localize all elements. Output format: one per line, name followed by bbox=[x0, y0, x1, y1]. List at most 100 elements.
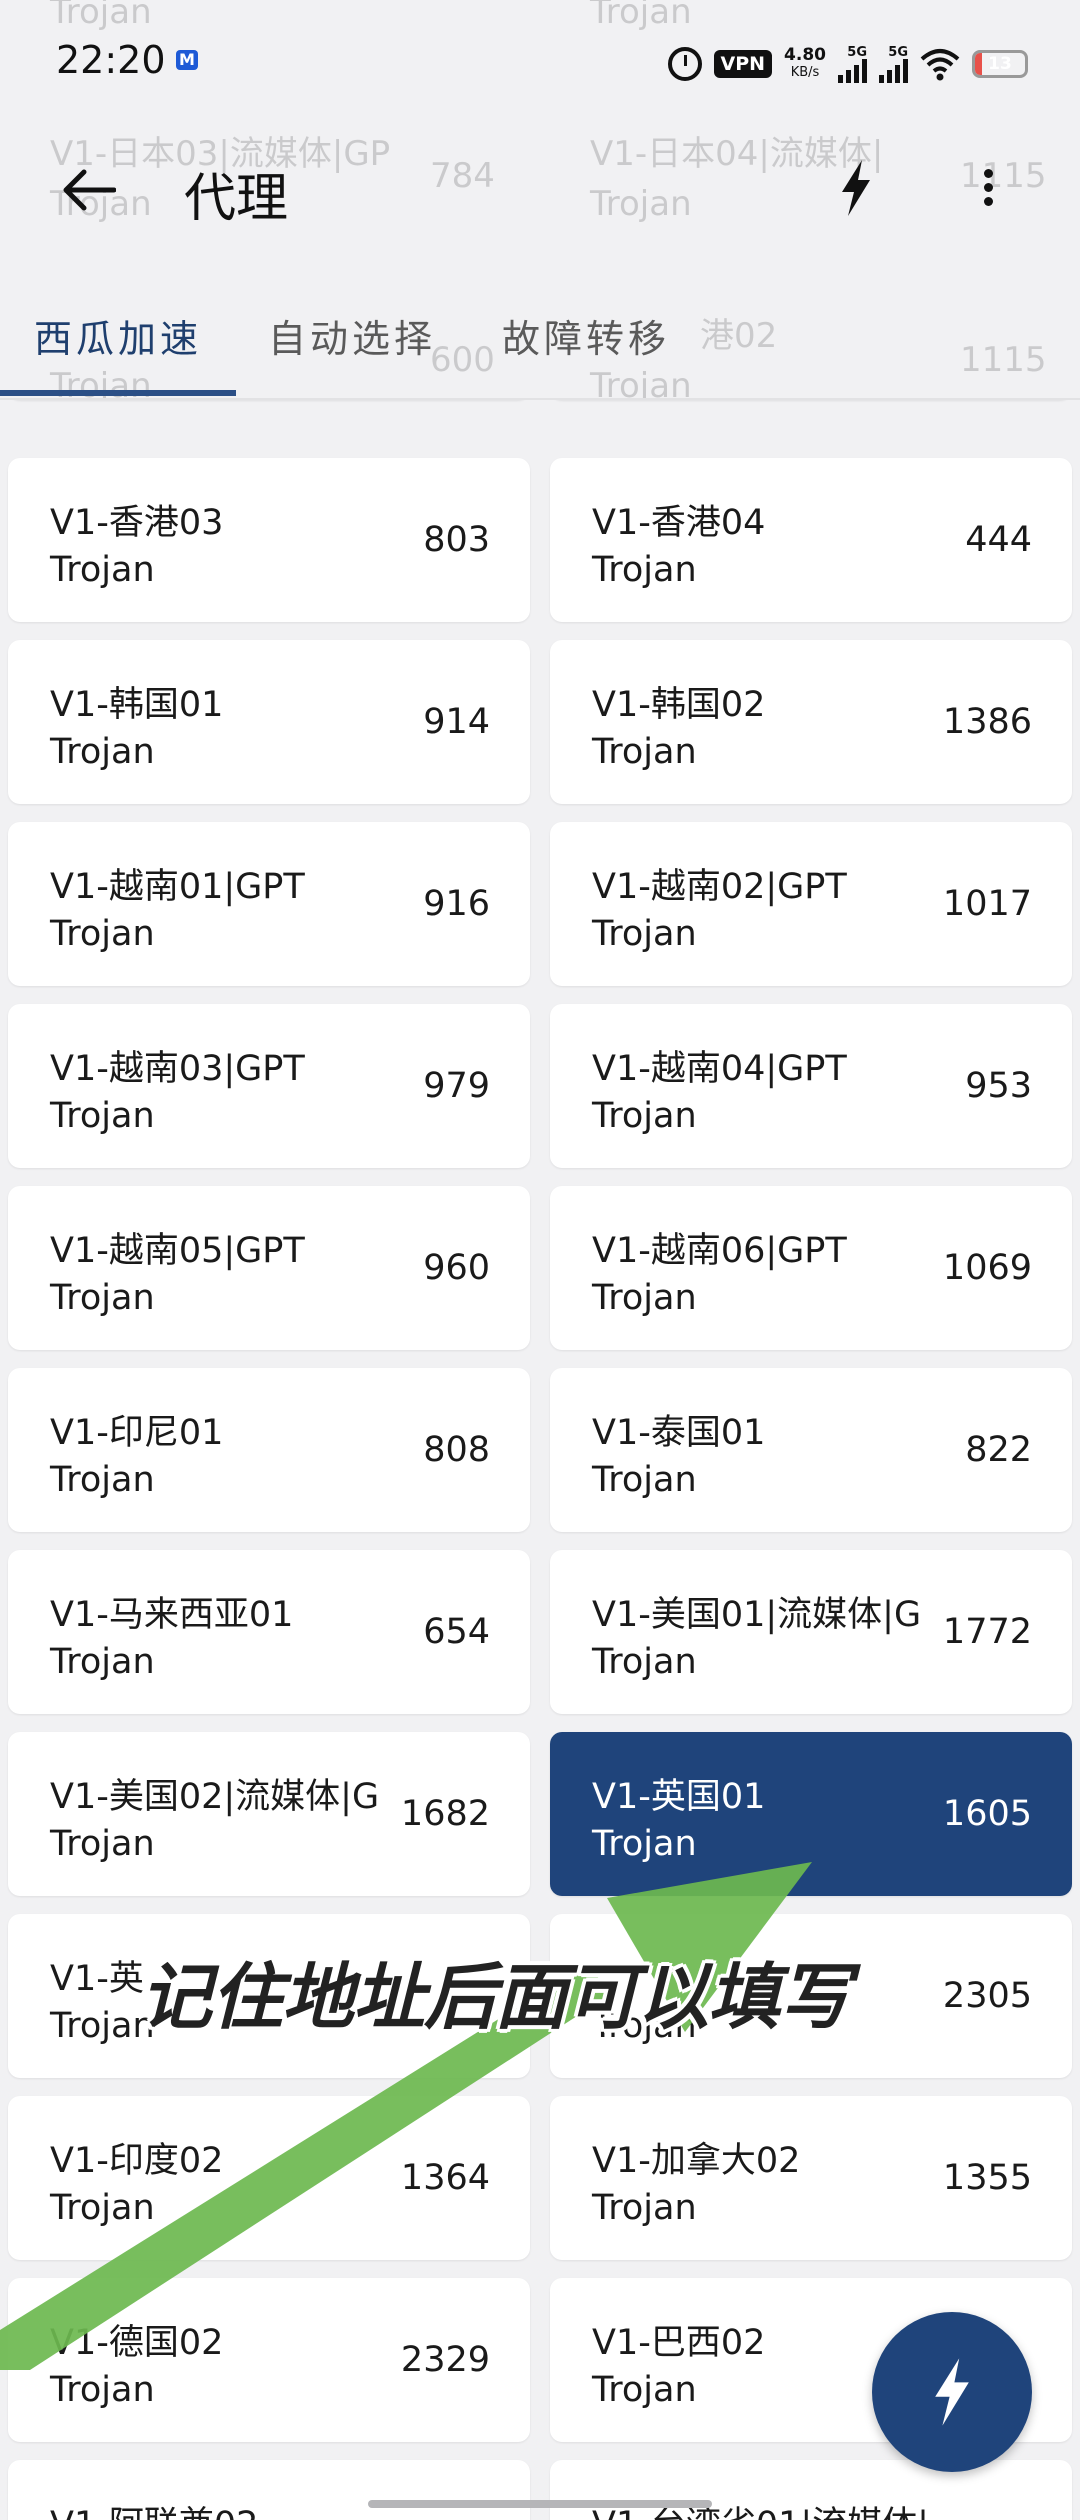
proxy-card[interactable]: V1-越南06|GPT Trojan 1069 bbox=[550, 1186, 1072, 1350]
proxy-type: Trojan bbox=[592, 550, 697, 590]
proxy-card[interactable]: V1-越南01|GPT Trojan 916 bbox=[8, 822, 530, 986]
proxy-card[interactable]: V1-印度02 Trojan 1364 bbox=[8, 2096, 530, 2260]
tab-failover[interactable]: 故障转移 bbox=[502, 308, 670, 363]
proxy-name: V1-英国01 bbox=[592, 1777, 766, 1817]
tab-auto-select[interactable]: 自动选择 bbox=[268, 308, 436, 363]
proxy-card[interactable]: V1-英国01 Trojan 1605 bbox=[550, 1732, 1072, 1896]
proxy-name: V1-德国02 bbox=[50, 2323, 224, 2363]
bolt-icon[interactable] bbox=[836, 158, 876, 218]
proxy-card[interactable]: V1-香港04 Trojan 444 bbox=[550, 458, 1072, 622]
proxy-delay: 953 bbox=[965, 1066, 1032, 1106]
proxy-name: V1-韩国01 bbox=[50, 685, 224, 725]
status-time: 22:20 bbox=[56, 38, 166, 82]
proxy-type: Trojan bbox=[50, 2370, 155, 2410]
status-icons: VPN 4.80 KB/s 5G 5G 13 bbox=[667, 40, 1028, 88]
proxy-type: Trojan bbox=[50, 1460, 155, 1500]
proxy-name: V1-美国01|流媒体|G bbox=[592, 1595, 922, 1635]
proxy-delay: 1386 bbox=[942, 702, 1032, 742]
proxy-name: V1-越南01|GPT bbox=[50, 867, 305, 907]
proxy-delay: 2329 bbox=[400, 2340, 490, 2380]
network-speed-value: 4.80 bbox=[784, 45, 826, 65]
proxy-type: Trojan bbox=[50, 2006, 155, 2046]
page-title: 代理 bbox=[184, 169, 289, 229]
sim1-network-type: 5G bbox=[847, 44, 867, 60]
proxy-delay: 960 bbox=[423, 1248, 490, 1288]
proxy-card[interactable]: V1-越南03|GPT Trojan 979 bbox=[8, 1004, 530, 1168]
speed-test-fab[interactable] bbox=[872, 2312, 1032, 2472]
proxy-delay: 1069 bbox=[942, 1248, 1032, 1288]
alarm-icon bbox=[667, 47, 702, 81]
proxy-delay: 1682 bbox=[400, 1794, 490, 1834]
proxy-delay: 1364 bbox=[400, 2158, 490, 2198]
proxy-type: Trojan bbox=[50, 914, 155, 954]
proxy-delay: 1605 bbox=[942, 1794, 1032, 1834]
proxy-type: Trojan bbox=[50, 2188, 155, 2228]
tab-xigua[interactable]: 西瓜加速 bbox=[34, 308, 202, 363]
proxy-card[interactable]: V1-越南02|GPT Trojan 1017 bbox=[550, 822, 1072, 986]
bolt-icon bbox=[935, 2358, 969, 2426]
tab-bar: 西瓜加速 自动选择 故障转移 bbox=[0, 300, 1080, 400]
proxy-type: Trojan bbox=[50, 732, 155, 772]
proxy-delay: 1017 bbox=[942, 884, 1032, 924]
app-bar: 代理 bbox=[0, 130, 1080, 250]
proxy-name: V1-越南05|GPT bbox=[50, 1231, 305, 1271]
proxy-name: V1-阿联酋02 bbox=[50, 2496, 258, 2520]
proxy-name: V1-韩国02 bbox=[592, 685, 766, 725]
proxy-delay: 979 bbox=[423, 1066, 490, 1106]
proxy-type: Trojan bbox=[592, 1642, 697, 1682]
proxy-card[interactable]: V1-美国02|流媒体|G Trojan 1682 bbox=[8, 1732, 530, 1896]
proxy-type: Trojan bbox=[50, 1096, 155, 1136]
proxy-delay: 803 bbox=[423, 520, 490, 560]
home-indicator[interactable] bbox=[368, 2500, 712, 2508]
status-bar: 22:20 M VPN 4.80 KB/s 5G 5G 13 bbox=[0, 0, 1080, 130]
proxy-name: V1-美国02|流媒体|G bbox=[50, 1777, 380, 1817]
proxy-type: Trojan bbox=[50, 1824, 155, 1864]
tab-indicator bbox=[0, 390, 236, 396]
proxy-type: Trojan bbox=[592, 1824, 697, 1864]
proxy-card[interactable]: V1-越南05|GPT Trojan 960 bbox=[8, 1186, 530, 1350]
proxy-name: V1-马来西亚01 bbox=[50, 1595, 294, 1635]
vpn-badge: VPN bbox=[713, 50, 773, 78]
network-speed: 4.80 KB/s bbox=[784, 47, 826, 81]
proxy-card[interactable]: V1-越南04|GPT Trojan 953 bbox=[550, 1004, 1072, 1168]
proxy-delay: 1772 bbox=[942, 1612, 1032, 1652]
proxy-card[interactable]: V1-韩国01 Trojan 914 bbox=[8, 640, 530, 804]
proxy-name: V1-越南06|GPT bbox=[592, 1231, 847, 1271]
proxy-card[interactable]: V1-德国02 Trojan 2329 bbox=[8, 2278, 530, 2442]
proxy-type: Trojan bbox=[50, 1642, 155, 1682]
proxy-delay: 444 bbox=[965, 520, 1032, 560]
proxy-card[interactable]: V1-香港03 Trojan 803 bbox=[8, 458, 530, 622]
proxy-delay: 2305 bbox=[942, 1976, 1032, 2016]
back-arrow-icon[interactable] bbox=[60, 166, 116, 214]
proxy-delay: 808 bbox=[423, 1430, 490, 1470]
signal-sim1-icon: 5G bbox=[838, 46, 867, 83]
proxy-name: V1-印度02 bbox=[50, 2141, 224, 2181]
tab-divider bbox=[0, 398, 1080, 400]
proxy-name: V1-加拿大02 bbox=[592, 2141, 801, 2181]
proxy-name: V1-印尼01 bbox=[50, 1413, 224, 1453]
proxy-name: V1-香港04 bbox=[592, 503, 766, 543]
more-vert-icon[interactable] bbox=[968, 164, 1008, 220]
proxy-type: Trojan bbox=[592, 732, 697, 772]
proxy-card[interactable]: V1-马来西亚01 Trojan 654 bbox=[8, 1550, 530, 1714]
proxy-delay: 1355 bbox=[942, 2158, 1032, 2198]
wifi-icon bbox=[920, 49, 960, 81]
proxy-card[interactable]: V1-美国01|流媒体|G Trojan 1772 bbox=[550, 1550, 1072, 1714]
proxy-card[interactable]: V1-泰国01 Trojan 822 bbox=[550, 1368, 1072, 1532]
proxy-delay: 822 bbox=[965, 1430, 1032, 1470]
proxy-card[interactable]: V1-台湾省01|流媒体| bbox=[550, 2460, 1072, 2520]
proxy-card[interactable]: V1-韩国02 Trojan 1386 bbox=[550, 640, 1072, 804]
proxy-type: Trojan bbox=[50, 1278, 155, 1318]
proxy-card[interactable]: V1-印尼01 Trojan 808 bbox=[8, 1368, 530, 1532]
battery-icon: 13 bbox=[972, 50, 1028, 78]
proxy-type: Trojan bbox=[592, 2188, 697, 2228]
proxy-card[interactable]: V1-加拿大02 Trojan 1355 bbox=[550, 2096, 1072, 2260]
tutorial-caption: 记住地址后面可以填写 bbox=[140, 1955, 851, 2039]
proxy-name: V1-泰国01 bbox=[592, 1413, 766, 1453]
proxy-delay: 654 bbox=[423, 1612, 490, 1652]
proxy-type: Trojan bbox=[592, 1460, 697, 1500]
proxy-card[interactable]: V1-阿联酋02 bbox=[8, 2460, 530, 2520]
proxy-type: Trojan bbox=[592, 2370, 697, 2410]
proxy-name: V1-越南02|GPT bbox=[592, 867, 847, 907]
network-speed-unit: KB/s bbox=[790, 65, 820, 80]
